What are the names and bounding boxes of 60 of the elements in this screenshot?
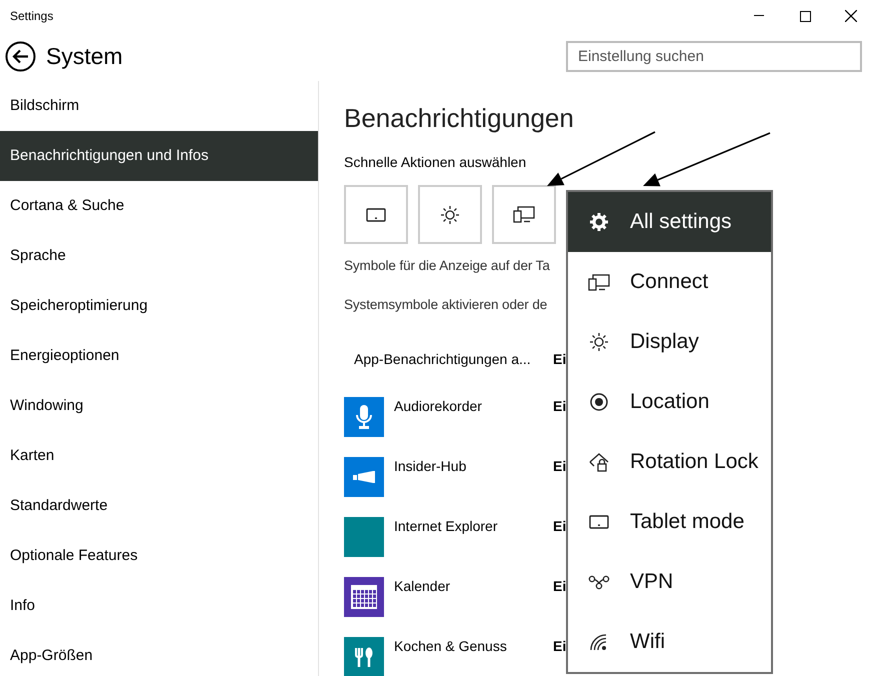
minimize-icon	[754, 15, 764, 17]
description-text: Systemsymbole aktivieren oder de	[344, 297, 548, 312]
sidebar-item[interactable]: Karten	[0, 431, 318, 481]
toggle-state: Ei	[553, 637, 566, 656]
toggle-state: Ei	[553, 517, 566, 536]
menu-item[interactable]: Rotation Lock	[568, 432, 771, 492]
wifi-icon	[589, 633, 609, 651]
close-icon	[845, 10, 857, 22]
microphone-icon	[355, 404, 373, 430]
rotation-lock-icon	[588, 452, 610, 472]
search-field[interactable]: Einstellung suchen	[566, 41, 862, 72]
sidebar-item[interactable]: App-Größen	[0, 631, 318, 676]
toggle-state: Ei	[553, 577, 566, 596]
utensils-icon	[353, 646, 375, 668]
maximize-icon	[800, 10, 810, 22]
setting-label: App-Benachrichtigungen a...	[354, 350, 532, 369]
menu-item[interactable]: Wifi	[568, 612, 771, 672]
sidebar-item[interactable]: Optionale Features	[0, 531, 318, 581]
page-title: System	[46, 43, 124, 70]
menu-item[interactable]: Tablet mode	[568, 492, 771, 552]
tablet-icon	[589, 515, 609, 529]
sidebar-item[interactable]: Sprache	[0, 231, 318, 281]
back-button[interactable]	[5, 41, 36, 72]
sidebar-item[interactable]: Benachrichtigungen und Infos	[0, 131, 318, 181]
app-name: Kalender	[393, 577, 452, 596]
back-icon	[5, 41, 36, 72]
quick-actions-label: Schnelle Aktionen auswählen	[344, 154, 528, 170]
app-name: Insider-Hub	[393, 457, 468, 476]
menu-item[interactable]: Location	[568, 372, 771, 432]
section-heading: Benachrichtigungen	[344, 103, 575, 134]
app-name: Internet Explorer	[393, 517, 498, 536]
devices-icon	[513, 206, 535, 223]
menu-item[interactable]: VPN	[568, 552, 771, 612]
calendar-icon	[351, 585, 377, 609]
sun-icon	[589, 332, 609, 352]
description-text: Symbole für die Anzeige auf der Ta	[344, 258, 551, 273]
sidebar-item[interactable]: Windowing	[0, 381, 318, 431]
sidebar-item[interactable]: Speicheroptimierung	[0, 281, 318, 331]
toggle-state: Ei	[553, 397, 566, 416]
window-title: Settings	[9, 9, 54, 23]
location-icon	[589, 392, 609, 412]
tablet-icon	[366, 208, 386, 222]
sun-icon	[440, 204, 460, 224]
vpn-icon	[588, 574, 610, 590]
sidebar-item[interactable]: Energieoptionen	[0, 331, 318, 381]
toggle-state: Ei	[553, 457, 566, 476]
sidebar-item[interactable]: Info	[0, 581, 318, 631]
devices-icon	[588, 274, 610, 290]
sidebar-item[interactable]: Cortana & Suche	[0, 181, 318, 231]
menu-item[interactable]: Display	[568, 312, 771, 372]
sidebar-item[interactable]: Standardwerte	[0, 481, 318, 531]
toggle-state: Ei	[553, 350, 566, 369]
quick-action-button[interactable]	[492, 185, 556, 244]
sidebar-item[interactable]: Bildschirm	[0, 81, 318, 131]
gear-icon	[589, 212, 609, 232]
app-name: Kochen & Genuss	[393, 637, 508, 656]
menu-item[interactable]: Connect	[568, 252, 771, 312]
megaphone-icon	[352, 470, 376, 484]
app-name: Audiorekorder	[393, 397, 483, 416]
menu-item[interactable]: All settings	[568, 192, 771, 252]
